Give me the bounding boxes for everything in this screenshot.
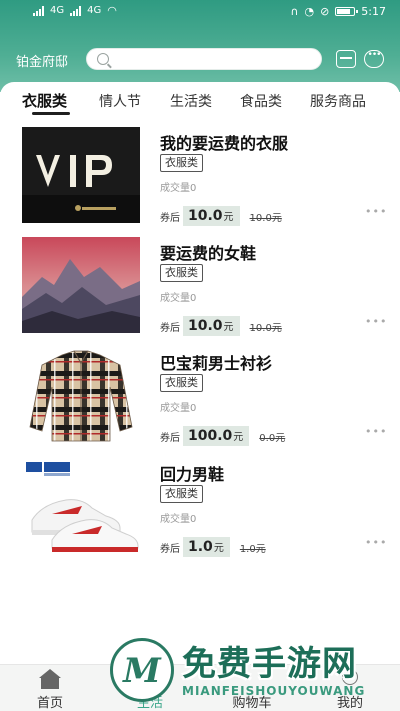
watermark-logo: M	[110, 638, 174, 702]
price-value: 100.0	[188, 428, 233, 444]
category-tag: 衣服类	[160, 485, 203, 503]
signal-icon	[70, 5, 82, 16]
coupon-label: 券后	[160, 432, 180, 444]
original-price: 0.0元	[259, 432, 286, 444]
product-item[interactable]: 巴宝莉男士衬衫 衣服类 成交量0 券后 100.0 元 0.0元 •••	[0, 347, 400, 455]
tab-clothing[interactable]: 衣服类	[22, 90, 67, 111]
price-unit: 元	[223, 212, 234, 223]
mountain-photo	[22, 237, 140, 333]
network-label-2: 4G	[87, 5, 102, 16]
category-tag: 衣服类	[160, 374, 203, 392]
tab-food[interactable]: 食品类	[240, 91, 282, 111]
coupon-label: 券后	[160, 322, 180, 334]
tab-life[interactable]: 生活类	[170, 91, 212, 111]
network-label-1: 4G	[50, 5, 65, 16]
coupon-label: 券后	[160, 543, 180, 555]
tab-services[interactable]: 服务商品	[310, 91, 366, 111]
original-price: 1.0元	[239, 543, 266, 555]
search-input[interactable]	[86, 48, 322, 70]
category-tabs: 衣服类 情人节 生活类 食品类 服务商品	[0, 82, 400, 118]
alarm-icon: ◔	[304, 5, 315, 18]
more-icon[interactable]: •••	[365, 205, 387, 218]
more-icon[interactable]: •••	[365, 536, 387, 549]
original-price: 10.0元	[249, 212, 282, 224]
mute-icon: ⊘	[320, 5, 330, 18]
price-value: 1.0	[188, 539, 213, 555]
price-badge: 10.0 元	[183, 316, 240, 336]
signal-icon	[33, 5, 44, 16]
more-icon[interactable]: •••	[365, 425, 387, 438]
original-price: 10.0元	[249, 322, 282, 334]
status-time: 5:17	[361, 5, 386, 18]
menu-icon[interactable]	[336, 50, 356, 68]
price-badge: 10.0 元	[183, 206, 240, 226]
price-row: 券后 10.0 元 10.0元	[160, 315, 282, 337]
watermark: M 免费手游网 MIANFEISHOUYOUWANG	[100, 600, 400, 711]
price-unit: 元	[233, 432, 244, 443]
status-bar: 4G 4G ◠ ∩ ◔ ⊘ 5:17	[0, 0, 400, 24]
battery-icon	[335, 7, 359, 16]
price-value: 10.0	[188, 318, 223, 334]
sneakers	[22, 458, 140, 554]
nav-home[interactable]: 首页	[10, 665, 90, 711]
sales-count: 成交量0	[160, 293, 197, 304]
price-badge: 100.0 元	[183, 426, 250, 446]
price-unit: 元	[223, 322, 234, 333]
category-tag: 衣服类	[160, 264, 203, 282]
vip-icon	[22, 127, 140, 223]
price-row: 券后 1.0 元 1.0元	[160, 536, 266, 558]
product-item[interactable]: 要运费的女鞋 衣服类 成交量0 券后 10.0 元 10.0元 •••	[0, 237, 400, 345]
location-label[interactable]: 铂金府邸	[16, 51, 68, 70]
coupon-label: 券后	[160, 212, 180, 224]
product-name: 要运费的女鞋	[160, 244, 257, 263]
product-item[interactable]: 回力男鞋 衣服类 成交量0 券后 1.0 元 1.0元 •••	[0, 458, 400, 566]
home-icon	[38, 669, 62, 689]
watermark-text-en: MIANFEISHOUYOUWANG	[182, 684, 366, 698]
plaid-shirt	[22, 347, 140, 443]
message-icon[interactable]	[364, 50, 384, 68]
sales-count: 成交量0	[160, 403, 197, 414]
price-row: 券后 10.0 元 10.0元	[160, 205, 282, 227]
price-unit: 元	[213, 543, 224, 554]
sales-count: 成交量0	[160, 183, 197, 194]
active-tab-indicator	[32, 112, 70, 115]
nav-home-label: 首页	[36, 696, 63, 711]
product-name: 巴宝莉男士衬衫	[160, 354, 273, 373]
price-value: 10.0	[188, 208, 223, 224]
category-tag: 衣服类	[160, 154, 203, 172]
search-icon	[97, 53, 109, 65]
tab-valentines[interactable]: 情人节	[99, 91, 141, 111]
price-row: 券后 100.0 元 0.0元	[160, 425, 285, 447]
watermark-text-cn: 免费手游网	[182, 644, 357, 684]
product-name: 回力男鞋	[160, 465, 225, 484]
more-icon[interactable]: •••	[365, 315, 387, 328]
wifi-icon: ◠	[107, 4, 117, 17]
sales-count: 成交量0	[160, 514, 197, 525]
headphone-icon: ∩	[290, 5, 299, 18]
product-name: 我的要运费的衣服	[160, 134, 289, 153]
product-item[interactable]: 我的要运费的衣服 衣服类 成交量0 券后 10.0 元 10.0元 •••	[0, 127, 400, 235]
price-badge: 1.0 元	[183, 537, 230, 557]
